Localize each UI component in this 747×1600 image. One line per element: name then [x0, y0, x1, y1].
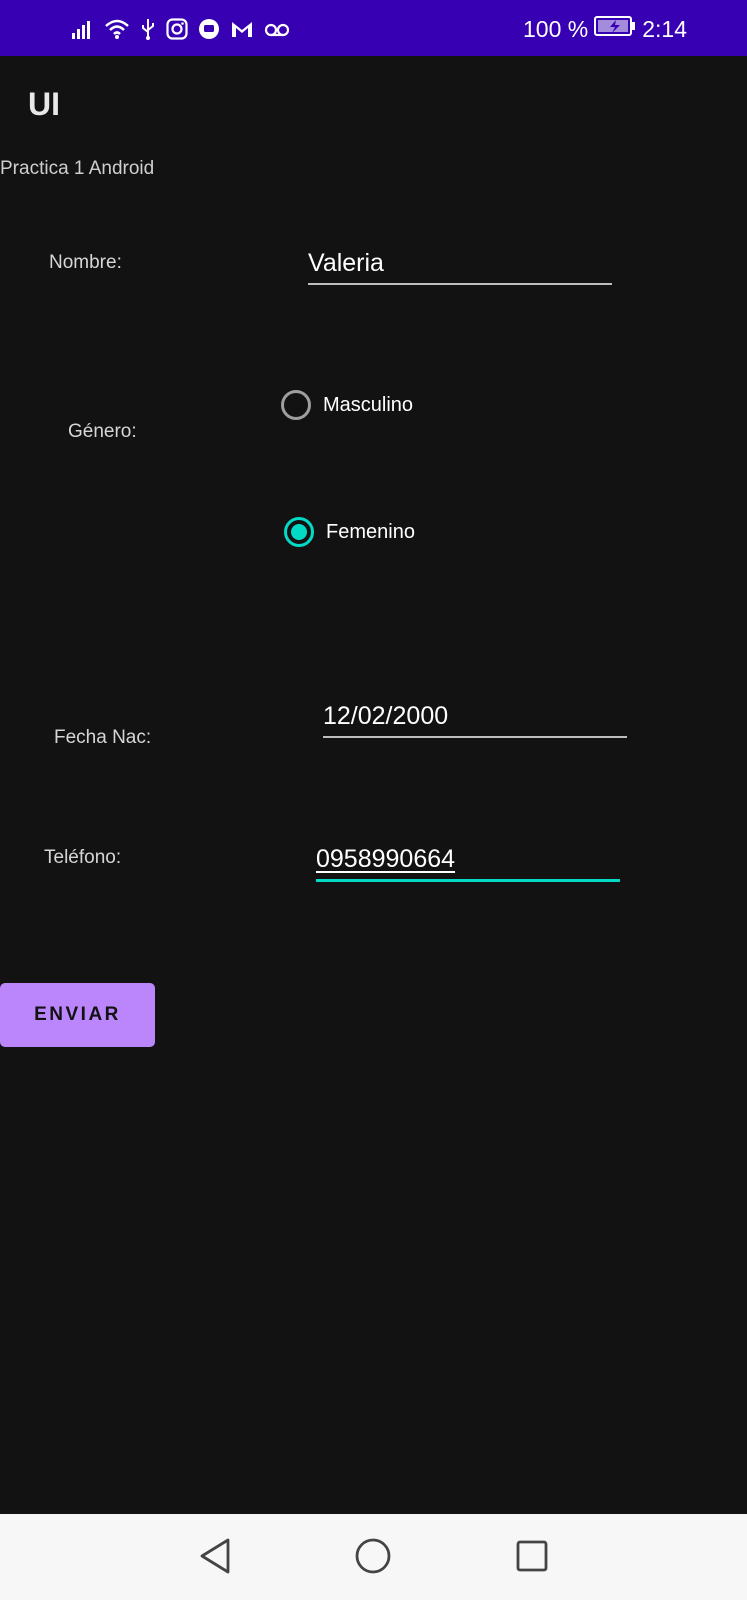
- enviar-button[interactable]: ENVIAR: [0, 983, 155, 1047]
- radio-femenino[interactable]: Femenino: [284, 517, 415, 547]
- clock: 2:14: [642, 15, 687, 42]
- recents-button[interactable]: [510, 1534, 554, 1578]
- instagram-icon: [166, 18, 188, 40]
- back-icon: [200, 1538, 230, 1574]
- radio-masculino-label: Masculino: [323, 393, 414, 416]
- gmail-icon: [230, 19, 254, 39]
- genero-label: Género:: [68, 421, 137, 442]
- back-button[interactable]: [193, 1534, 237, 1578]
- fecha-nac-input[interactable]: [323, 696, 627, 738]
- nombre-input[interactable]: [308, 243, 612, 285]
- radio-femenino-label: Femenino: [326, 520, 415, 543]
- recents-icon: [516, 1540, 548, 1572]
- status-bar: 100 % 2:14: [0, 0, 747, 56]
- signal-icon: [72, 19, 94, 39]
- home-button[interactable]: [351, 1534, 395, 1578]
- radio-checked-icon: [284, 517, 314, 547]
- wifi-icon: [104, 18, 130, 40]
- battery-charging-icon: [594, 15, 636, 43]
- fecha-nac-label: Fecha Nac:: [54, 727, 152, 748]
- radio-unchecked-icon: [281, 390, 311, 420]
- nombre-label: Nombre:: [49, 252, 122, 273]
- status-right: 100 % 2:14: [523, 14, 687, 44]
- messenger-icon: [198, 18, 220, 40]
- telefono-label: Teléfono:: [44, 847, 122, 868]
- voicemail-icon: [264, 20, 290, 38]
- usb-icon: [140, 18, 156, 40]
- telefono-input[interactable]: [316, 839, 620, 882]
- app-title: UI: [28, 86, 60, 122]
- battery-percent: 100 %: [523, 15, 589, 42]
- status-icons: [72, 16, 290, 42]
- home-icon: [355, 1538, 391, 1574]
- radio-masculino[interactable]: Masculino: [281, 390, 413, 420]
- navigation-bar: [0, 1514, 747, 1600]
- app-subtitle: Practica 1 Android: [0, 158, 155, 179]
